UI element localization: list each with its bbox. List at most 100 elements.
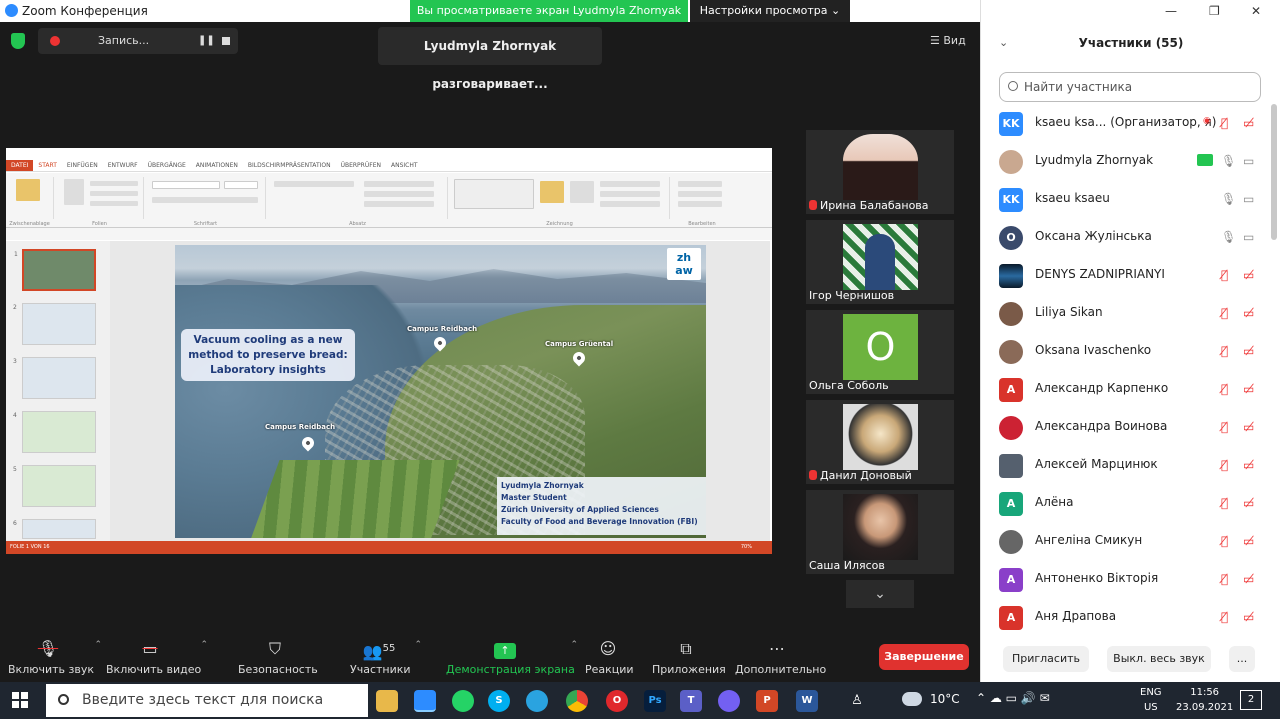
video-tile[interactable]: Ігор Чернишов bbox=[806, 220, 954, 304]
pause-recording-button[interactable]: ❚❚ bbox=[198, 35, 215, 46]
muted-mic-icon[interactable]: 🎙̸ bbox=[1221, 496, 1228, 510]
participant-row[interactable]: Oksana Ivaschenko 🎙̸ ▭̸ bbox=[981, 332, 1271, 370]
video-off-icon[interactable]: ▭̸ bbox=[1243, 420, 1254, 434]
slide-thumbnail[interactable]: 1 bbox=[14, 249, 96, 291]
language-indicator[interactable]: ENG US bbox=[1140, 685, 1162, 715]
chevron-up-icon[interactable]: ⌃ bbox=[200, 640, 208, 650]
video-tile[interactable]: О Ольга Соболь bbox=[806, 310, 954, 394]
slide-thumbnail[interactable]: 6 bbox=[13, 519, 96, 539]
video-icon[interactable]: ▭ bbox=[1243, 192, 1254, 206]
muted-mic-icon[interactable]: 🎙̸ bbox=[1221, 610, 1228, 624]
view-button[interactable]: ☰ Вид bbox=[930, 34, 966, 47]
video-off-icon[interactable]: ▭̸ bbox=[1243, 382, 1254, 396]
ppt-tab[interactable]: START bbox=[33, 160, 62, 171]
file-explorer-icon[interactable] bbox=[376, 690, 398, 712]
slide-thumbnail[interactable]: 2 bbox=[13, 303, 96, 345]
more-options-button[interactable]: ... bbox=[1229, 646, 1255, 672]
security-button[interactable]: ⛉ Безопасность bbox=[238, 638, 318, 676]
video-tile[interactable]: Ирина Балабанова bbox=[806, 130, 954, 214]
ppt-tab[interactable]: ÜBERPRÜFEN bbox=[336, 160, 386, 171]
mic-icon[interactable]: 🎙 bbox=[1221, 154, 1236, 168]
close-button[interactable]: ✕ bbox=[1251, 4, 1261, 18]
muted-mic-icon[interactable]: 🎙̸ bbox=[1221, 420, 1228, 434]
participant-row[interactable]: Liliya Sikan 🎙̸ ▭̸ bbox=[981, 294, 1271, 332]
whatsapp-icon[interactable] bbox=[452, 690, 474, 712]
participant-row[interactable]: A Алёна 🎙̸ ▭̸ bbox=[981, 484, 1271, 522]
view-options-dropdown[interactable]: Настройки просмотра ⌄ bbox=[690, 0, 850, 22]
notifications-icon[interactable]: 2 bbox=[1240, 690, 1262, 710]
mute-all-button[interactable]: Выкл. весь звук bbox=[1107, 646, 1211, 672]
word-icon[interactable]: W bbox=[796, 690, 818, 712]
powerpoint-icon[interactable]: P bbox=[756, 690, 778, 712]
participant-row[interactable]: A Антоненко Вікторія 🎙̸ ▭̸ bbox=[981, 560, 1271, 598]
ppt-tab[interactable]: EINFÜGEN bbox=[62, 160, 103, 171]
participant-row[interactable]: Александра Воинова 🎙̸ ▭̸ bbox=[981, 408, 1271, 446]
ppt-tab[interactable]: ANIMATIONEN bbox=[191, 160, 243, 171]
ppt-tab[interactable]: ANSICHT bbox=[386, 160, 423, 171]
zoom-app-icon[interactable] bbox=[414, 690, 436, 712]
restore-button[interactable]: ❐ bbox=[1209, 4, 1220, 18]
ppt-tab[interactable]: ÜBERGÄNGE bbox=[143, 160, 191, 171]
video-off-icon[interactable]: ▭̸ bbox=[1243, 496, 1254, 510]
participant-row[interactable]: KK ksaeu ksa... (Организатор, я) ◉ 🎙̸ ▭̸ bbox=[981, 104, 1271, 142]
muted-mic-icon[interactable]: 🎙̸ bbox=[1221, 534, 1228, 548]
video-icon[interactable]: ▭ bbox=[1243, 230, 1254, 244]
muted-mic-icon[interactable]: 🎙̸ bbox=[1221, 268, 1228, 282]
more-button[interactable]: ⋯ Дополнительно bbox=[735, 638, 826, 676]
slide-thumbnail[interactable]: 4 bbox=[13, 411, 96, 453]
muted-mic-icon[interactable]: 🎙̸ bbox=[1221, 306, 1228, 320]
invite-button[interactable]: Пригласить bbox=[1003, 646, 1089, 672]
ppt-tab[interactable]: ENTWURF bbox=[103, 160, 143, 171]
ppt-tab[interactable]: DATEI bbox=[6, 160, 34, 171]
participant-row[interactable]: DENYS ZADNIPRIANYI 🎙̸ ▭̸ bbox=[981, 256, 1271, 294]
video-tile[interactable]: Саша Илясов bbox=[806, 490, 954, 574]
video-off-icon[interactable]: ▭̸ bbox=[1243, 344, 1254, 358]
muted-mic-icon[interactable]: 🎙̸ bbox=[1221, 116, 1228, 130]
muted-mic-icon[interactable]: 🎙̸ bbox=[1221, 572, 1228, 586]
slide-thumbnail[interactable]: 3 bbox=[13, 357, 96, 399]
tray-icons[interactable]: ⌃ ☁ ▭ 🔊 ✉ bbox=[976, 691, 1050, 705]
shield-icon[interactable] bbox=[11, 33, 25, 49]
participant-row[interactable]: A Аня Драпова 🎙̸ ▭̸ bbox=[981, 598, 1271, 630]
participant-row[interactable]: Lyudmyla Zhornyak 🎙 ▭ bbox=[981, 142, 1271, 180]
stop-recording-button[interactable] bbox=[222, 37, 230, 45]
video-off-icon[interactable]: ▭̸ bbox=[1243, 116, 1254, 130]
muted-mic-icon[interactable]: 🎙̸ bbox=[1221, 382, 1228, 396]
slide-thumbnail[interactable]: 5 bbox=[13, 465, 96, 507]
opera-icon[interactable]: O bbox=[606, 690, 628, 712]
mic-icon[interactable]: 🎙 bbox=[1221, 192, 1236, 206]
muted-mic-icon[interactable]: 🎙̸ bbox=[1221, 458, 1228, 472]
video-off-icon[interactable]: ▭̸ bbox=[1243, 610, 1254, 624]
apps-button[interactable]: ⧉ Приложения bbox=[652, 638, 726, 676]
skype-icon[interactable]: S bbox=[488, 690, 510, 712]
reactions-button[interactable]: ☺ Реакции bbox=[585, 638, 634, 676]
panel-scrollbar[interactable] bbox=[1271, 104, 1277, 240]
chevron-up-icon[interactable]: ⌃ bbox=[570, 640, 578, 650]
scroll-down-button[interactable]: ⌄ bbox=[846, 580, 914, 608]
participants-button[interactable]: 👥55 Участники ⌃ bbox=[350, 638, 422, 676]
telegram-icon[interactable] bbox=[526, 690, 548, 712]
video-off-icon[interactable]: ▭̸ bbox=[1243, 306, 1254, 320]
unmute-button[interactable]: 🎙 Включить звук ⌃ bbox=[8, 638, 102, 676]
ppt-tab[interactable]: BILDSCHIRMPRÄSENTATION bbox=[243, 160, 336, 171]
video-off-icon[interactable]: ▭̸ bbox=[1243, 458, 1254, 472]
chrome-icon[interactable] bbox=[566, 690, 588, 712]
chevron-up-icon[interactable]: ⌃ bbox=[94, 640, 102, 650]
taskbar-clock[interactable]: 11:56 23.09.2021 bbox=[1176, 685, 1233, 715]
chevron-up-icon[interactable]: ⌃ bbox=[414, 640, 422, 650]
participant-row[interactable]: Ангеліна Смикун 🎙̸ ▭̸ bbox=[981, 522, 1271, 560]
teams-icon[interactable]: T bbox=[680, 690, 702, 712]
participant-row[interactable]: A Александр Карпенко 🎙̸ ▭̸ bbox=[981, 370, 1271, 408]
end-meeting-button[interactable]: Завершение bbox=[879, 644, 969, 670]
muted-mic-icon[interactable]: 🎙̸ bbox=[1221, 344, 1228, 358]
participant-row[interactable]: O Оксана Жулінська 🎙 ▭ bbox=[981, 218, 1271, 256]
weather-icon[interactable] bbox=[902, 692, 922, 706]
photoshop-icon[interactable]: Ps bbox=[644, 690, 666, 712]
video-off-icon[interactable]: ▭̸ bbox=[1243, 268, 1254, 282]
video-off-icon[interactable]: ▭̸ bbox=[1243, 534, 1254, 548]
minimize-button[interactable]: — bbox=[1165, 4, 1177, 18]
participant-row[interactable]: Алексей Марцинюк 🎙̸ ▭̸ bbox=[981, 446, 1271, 484]
share-screen-button[interactable]: ↑ Демонстрация экрана ⌃ bbox=[446, 638, 578, 676]
video-off-icon[interactable]: ▭̸ bbox=[1243, 572, 1254, 586]
video-icon[interactable]: ▭ bbox=[1243, 154, 1254, 168]
